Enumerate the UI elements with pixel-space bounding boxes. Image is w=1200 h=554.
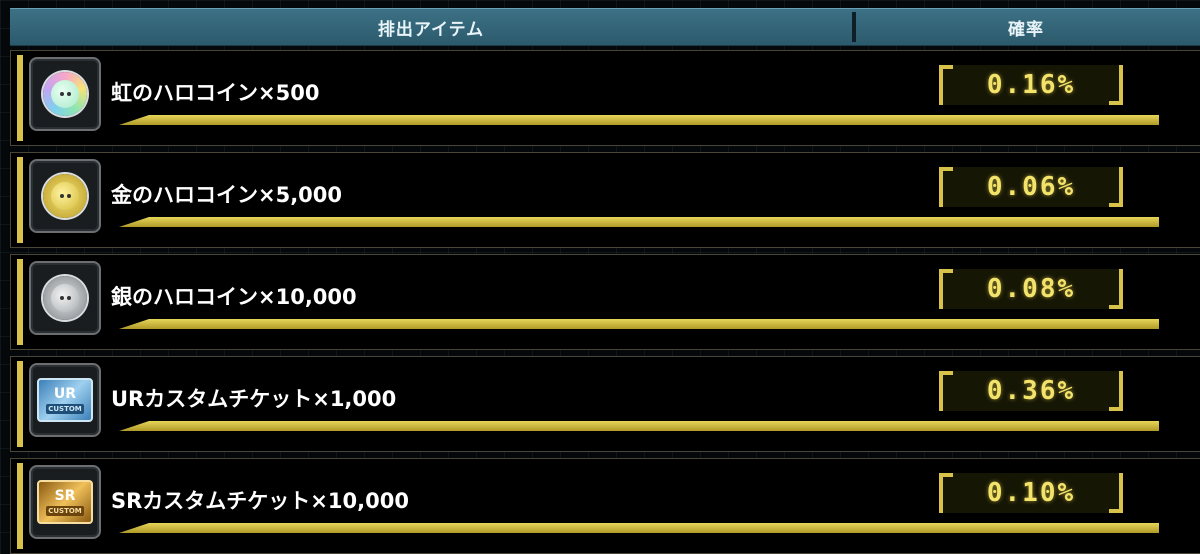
row-underline [119, 523, 1159, 533]
item-icon-frame: SR CUSTOM [29, 465, 101, 539]
row-underline [119, 421, 1159, 431]
rainbow-haro-coin-icon [43, 72, 87, 116]
table-row: 銀のハロコイン×10,000 0.08% [10, 254, 1200, 350]
ticket-rank-label: UR [53, 385, 77, 402]
drop-rate: 0.10% [986, 478, 1076, 508]
item-icon-frame: UR CUSTOM [29, 363, 101, 437]
rate-column-header: 確率 [1008, 19, 1044, 40]
item-name: 虹のハロコイン×500 [111, 81, 320, 105]
item-icon-frame [29, 57, 101, 131]
item-name: URカスタムチケット×1,000 [111, 387, 397, 411]
row-accent [17, 259, 23, 345]
ticket-sub-label: CUSTOM [46, 403, 84, 414]
gold-haro-coin-icon [43, 174, 87, 218]
ticket-sub-label: CUSTOM [46, 505, 84, 516]
item-column-header: 排出アイテム [377, 19, 485, 40]
table-row: UR CUSTOM URカスタムチケット×1,000 0.36% [10, 356, 1200, 452]
drop-rate: 0.08% [986, 274, 1076, 304]
ur-custom-ticket-icon: UR CUSTOM [37, 378, 93, 422]
table-header: 排出アイテム 確率 [10, 8, 1200, 46]
drop-rate: 0.06% [986, 172, 1076, 202]
item-icon-frame [29, 159, 101, 233]
rate-box: 0.10% [939, 473, 1123, 513]
item-name: 金のハロコイン×5,000 [111, 183, 343, 207]
item-name: SRカスタムチケット×10,000 [111, 489, 409, 513]
row-accent [17, 55, 23, 141]
table-row: 虹のハロコイン×500 0.16% [10, 50, 1200, 146]
rate-box: 0.08% [939, 269, 1123, 309]
item-name: 銀のハロコイン×10,000 [111, 285, 357, 309]
drop-rate: 0.16% [986, 70, 1076, 100]
sr-custom-ticket-icon: SR CUSTOM [37, 480, 93, 524]
rate-box: 0.36% [939, 371, 1123, 411]
rate-box: 0.06% [939, 167, 1123, 207]
row-underline [119, 217, 1159, 227]
row-underline [119, 115, 1159, 125]
row-accent [17, 157, 23, 243]
row-accent [17, 361, 23, 447]
table-row: SR CUSTOM SRカスタムチケット×10,000 0.10% [10, 458, 1200, 554]
row-accent [17, 463, 23, 549]
ticket-rank-label: SR [54, 487, 76, 504]
rate-box: 0.16% [939, 65, 1123, 105]
table-row: 金のハロコイン×5,000 0.06% [10, 152, 1200, 248]
row-underline [119, 319, 1159, 329]
item-icon-frame [29, 261, 101, 335]
drop-rate: 0.36% [986, 376, 1076, 406]
silver-haro-coin-icon [43, 276, 87, 320]
